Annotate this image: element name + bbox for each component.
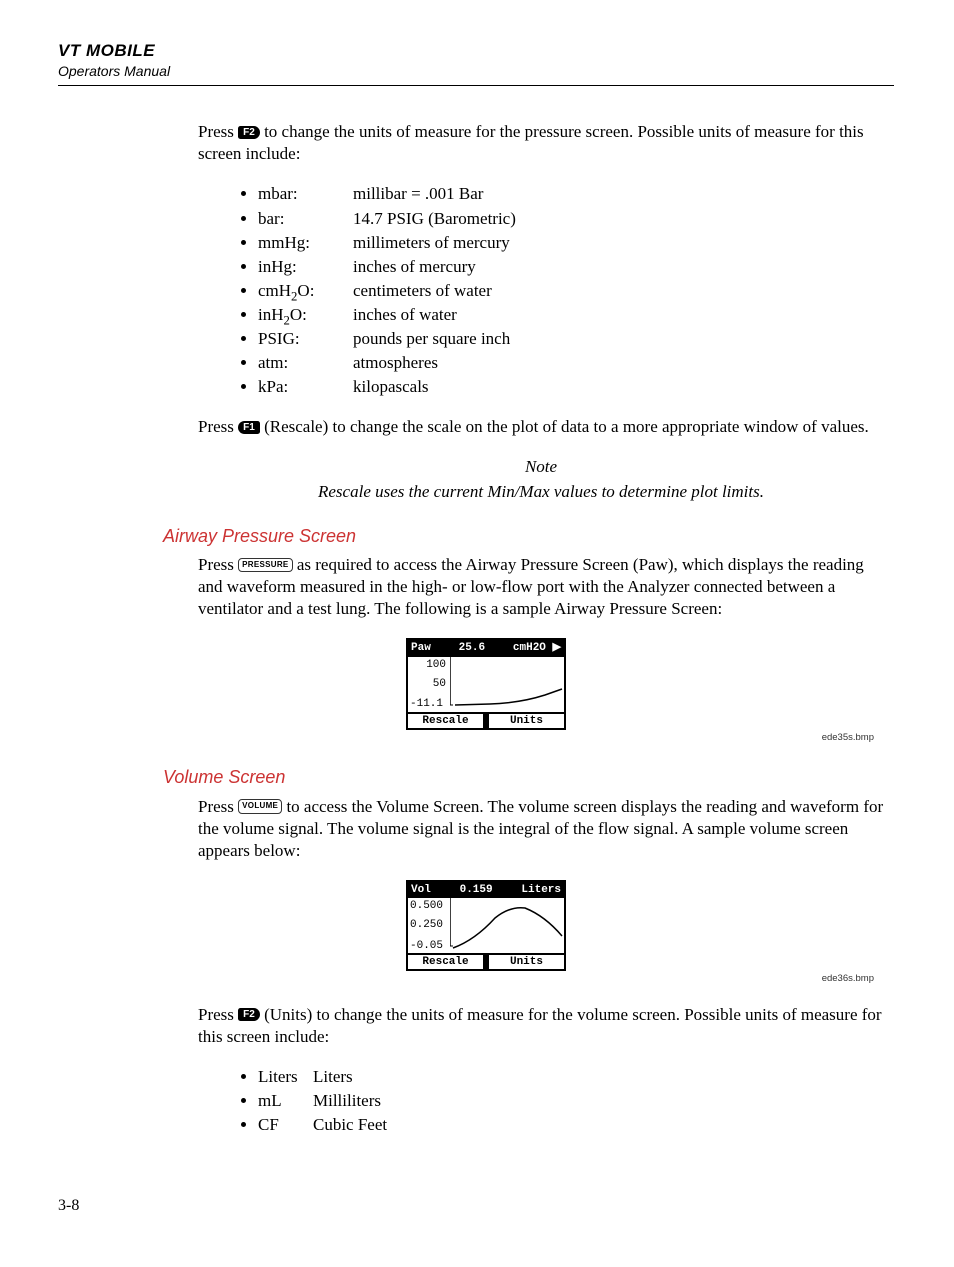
text: Press (198, 417, 238, 436)
lcd-plot: 100 50 -11.1 (408, 657, 564, 712)
para-volume-units: Press F2 (Units) to change the units of … (198, 1004, 884, 1048)
para-units-pressure: Press F2 to change the units of measure … (198, 121, 884, 165)
para-airway: Press PRESSURE as required to access the… (198, 554, 884, 620)
list-item: cmH2O:centimeters of water (258, 280, 884, 302)
text: to change the units of measure for the p… (198, 122, 864, 163)
para-rescale: Press F1 (Rescale) to change the scale o… (198, 416, 884, 438)
volume-units-list: LitersLiters mLMilliliters CFCubic Feet (198, 1066, 884, 1136)
list-item: mLMilliliters (258, 1090, 884, 1112)
lcd-footer: Rescale Units (408, 712, 564, 728)
text: Press (198, 555, 238, 574)
pressure-units-list: mbar:millibar = .001 Bar bar:14.7 PSIG (… (198, 183, 884, 398)
f1-key-icon: F1 (238, 421, 260, 434)
lcd-top-bar: Vol 0.159 Liters (408, 882, 564, 898)
list-item: inHg:inches of mercury (258, 256, 884, 278)
list-item: CFCubic Feet (258, 1114, 884, 1136)
page-number: 3-8 (58, 1196, 884, 1217)
section-title-volume: Volume Screen (163, 766, 884, 789)
section-title-airway: Airway Pressure Screen (163, 525, 884, 548)
product-name: VT MOBILE (58, 40, 894, 62)
list-item: inH2O:inches of water (258, 304, 884, 326)
page-header: VT MOBILE Operators Manual (58, 40, 894, 86)
pressure-key-icon: PRESSURE (238, 558, 292, 572)
lcd-plot: 0.500 0.250 -0.05 (408, 898, 564, 953)
manual-name: Operators Manual (58, 62, 894, 80)
f2-key-icon: F2 (238, 1008, 260, 1021)
f2-key-icon: F2 (238, 126, 260, 139)
note-text: Rescale uses the current Min/Max values … (198, 481, 884, 503)
volume-key-icon: VOLUME (238, 799, 282, 813)
list-item: mbar:millibar = .001 Bar (258, 183, 884, 205)
text: (Units) to change the units of measure f… (198, 1005, 882, 1046)
text: (Rescale) to change the scale on the plo… (264, 417, 869, 436)
text: Press (198, 797, 238, 816)
text: to access the Volume Screen. The volume … (198, 797, 883, 860)
list-item: kPa:kilopascals (258, 376, 884, 398)
list-item: LitersLiters (258, 1066, 884, 1088)
para-volume: Press VOLUME to access the Volume Screen… (198, 796, 884, 862)
figure-caption: ede35s.bmp (88, 732, 884, 744)
lcd-top-bar: Paw 25.6 cmH2O ▶ (408, 640, 564, 656)
lcd-paw-screenshot: Paw 25.6 cmH2O ▶ 100 50 -11.1 Rescale Un… (88, 638, 884, 730)
list-item: bar:14.7 PSIG (Barometric) (258, 208, 884, 230)
text: as required to access the Airway Pressur… (198, 555, 864, 618)
list-item: atm:atmospheres (258, 352, 884, 374)
lcd-footer: Rescale Units (408, 953, 564, 969)
figure-caption: ede36s.bmp (88, 973, 884, 985)
text: Press (198, 1005, 238, 1024)
list-item: mmHg:millimeters of mercury (258, 232, 884, 254)
text: Press (198, 122, 238, 141)
lcd-vol-screenshot: Vol 0.159 Liters 0.500 0.250 -0.05 Resca… (88, 880, 884, 972)
note-title: Note (198, 456, 884, 478)
list-item: PSIG:pounds per square inch (258, 328, 884, 350)
note-block: Note Rescale uses the current Min/Max va… (198, 456, 884, 502)
